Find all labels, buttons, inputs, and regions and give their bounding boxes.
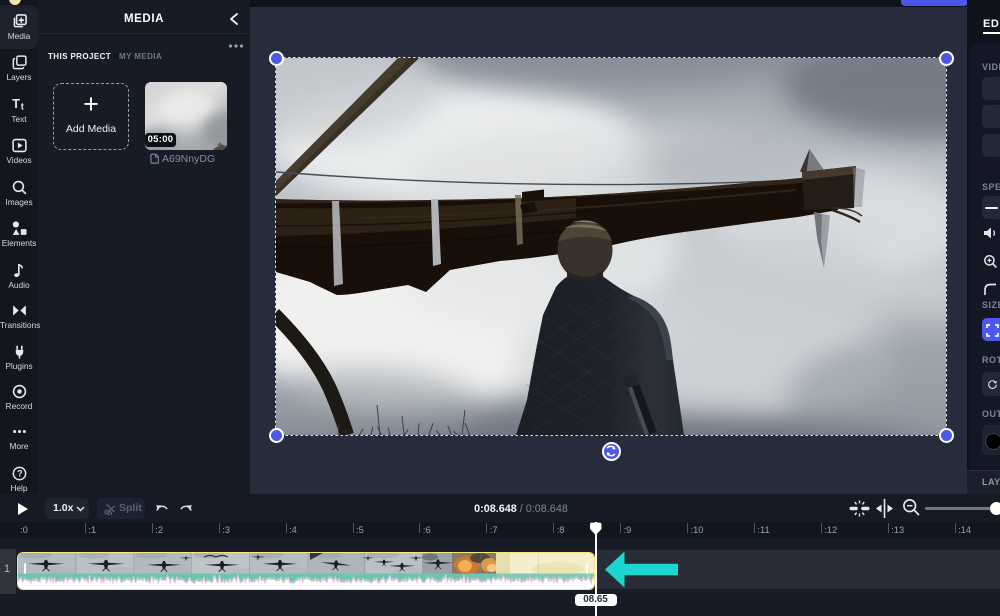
svg-text:?: ? <box>17 469 23 479</box>
svg-text:T: T <box>12 96 20 111</box>
svg-text:t: t <box>20 101 24 112</box>
